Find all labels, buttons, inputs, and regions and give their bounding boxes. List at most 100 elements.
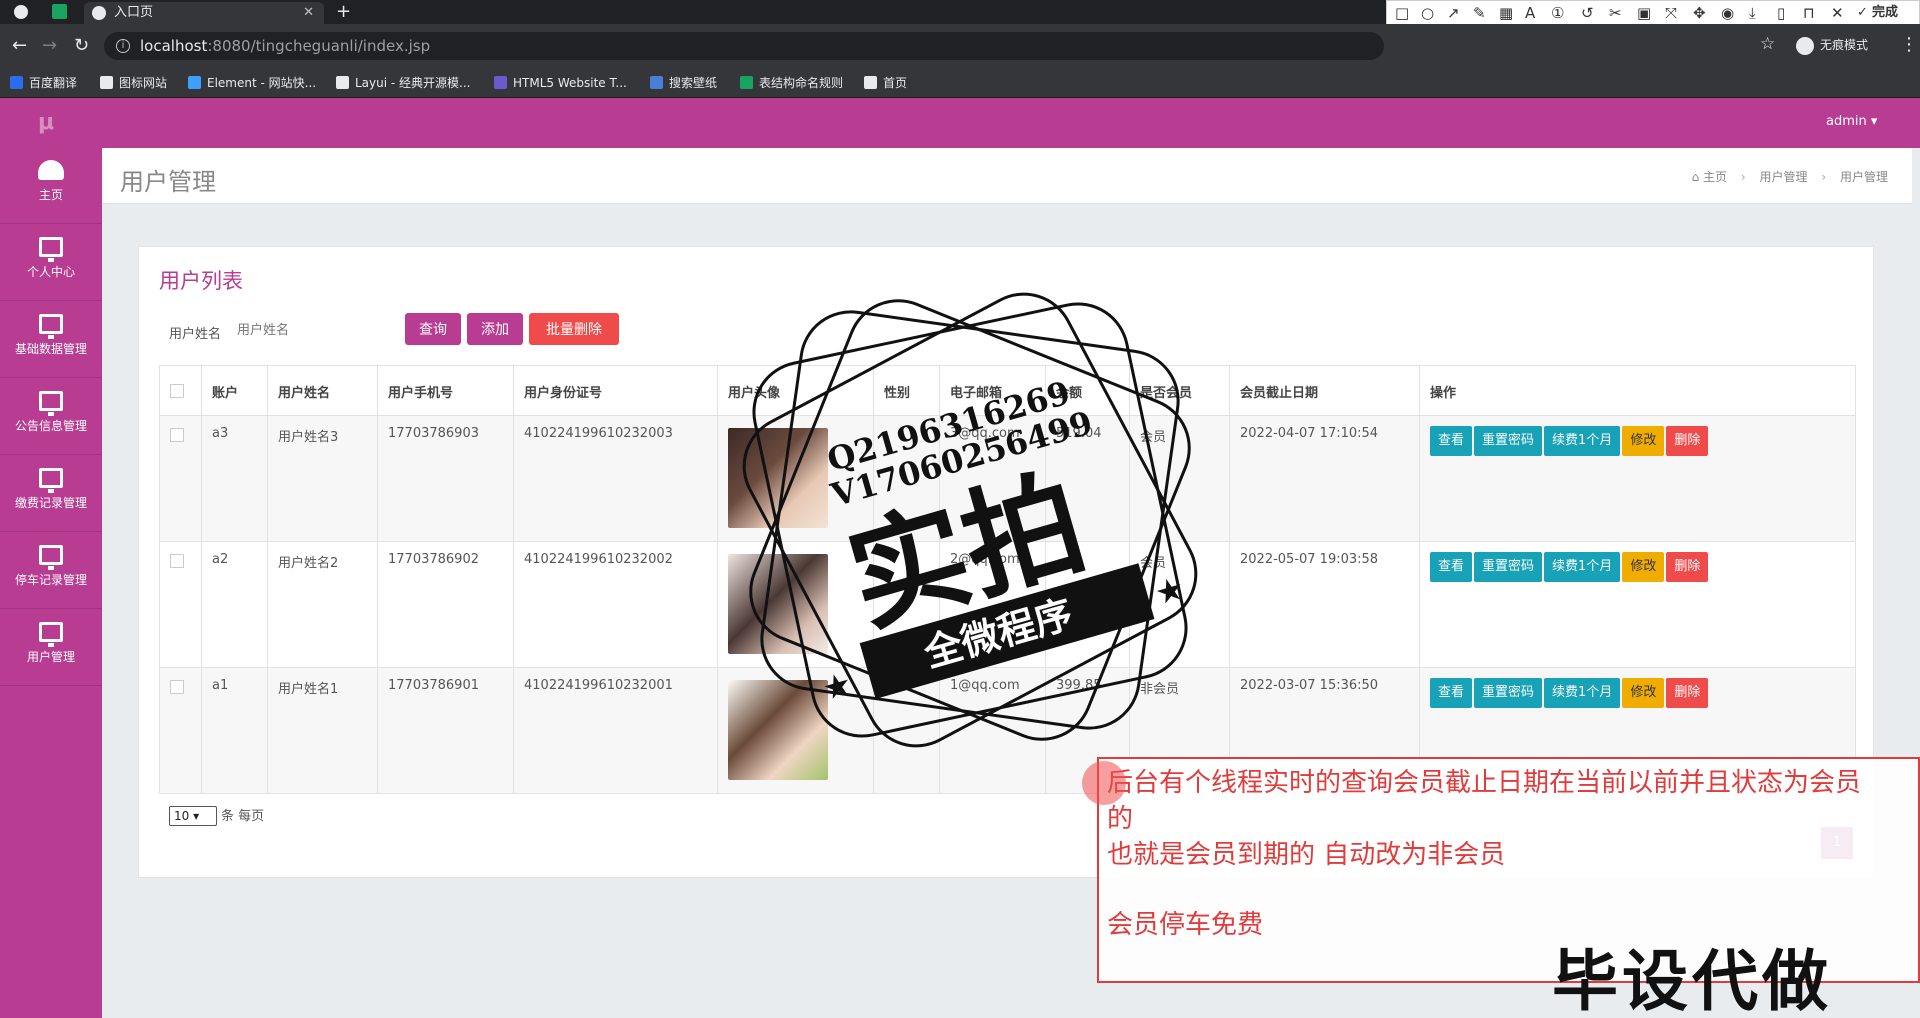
sidebar-item-2[interactable]: 基础数据管理 <box>0 302 102 378</box>
view-button[interactable]: 查看 <box>1430 552 1473 582</box>
browser-tab[interactable]: 入口页 ✕ <box>84 2 324 24</box>
delete-button[interactable]: 删除 <box>1666 552 1709 582</box>
cell-account: a2 <box>212 552 229 567</box>
renew-button[interactable]: 续费1个月 <box>1544 678 1621 708</box>
crop-tool-icon[interactable]: ✂ <box>1609 4 1622 22</box>
download-icon[interactable]: ⤓ <box>1749 4 1756 22</box>
delete-button[interactable]: 删除 <box>1666 426 1709 456</box>
logo-icon[interactable]: μ <box>38 110 54 135</box>
url-input[interactable]: i localhost:8080/tingcheguanli/index.jsp <box>104 32 1384 60</box>
back-icon[interactable]: ← <box>12 34 27 58</box>
bookmark-favicon-icon <box>336 76 349 89</box>
reset-password-button[interactable]: 重置密码 <box>1474 426 1543 456</box>
sidebar-item-6[interactable]: 用户管理 <box>0 610 102 686</box>
bookmark-item[interactable]: HTML5 Website T... <box>494 74 627 92</box>
close-tab-icon[interactable]: ✕ <box>303 2 314 24</box>
incognito-indicator[interactable]: 无痕模式 <box>1796 36 1868 55</box>
table-cell: 410224199610232001 <box>513 667 718 794</box>
search-input[interactable] <box>237 317 387 343</box>
renew-button[interactable]: 续费1个月 <box>1544 552 1621 582</box>
table-cell: 410224199610232002 <box>513 541 718 668</box>
undo-icon[interactable]: ↺ <box>1581 4 1594 22</box>
cell-phone: 17703786903 <box>388 426 479 441</box>
reset-password-button[interactable]: 重置密码 <box>1474 552 1543 582</box>
browser-address-bar: ← → ↻ i localhost:8080/tingcheguanli/ind… <box>0 24 1920 68</box>
bookmark-star-icon[interactable]: ☆ <box>1760 34 1775 54</box>
sidebar-item-label: 主页 <box>38 188 63 202</box>
sidebar-item-5[interactable]: 停车记录管理 <box>0 533 102 609</box>
bookmark-item[interactable]: 搜索壁纸 <box>650 74 717 92</box>
edit-button[interactable]: 修改 <box>1622 552 1665 582</box>
edit-button[interactable]: 修改 <box>1622 678 1665 708</box>
add-button[interactable]: 添加 <box>467 313 523 345</box>
sidebar-item-3[interactable]: 公告信息管理 <box>0 379 102 455</box>
bookmark-item[interactable]: 图标网站 <box>100 74 167 92</box>
bookmark-tool-icon[interactable]: ⊓ <box>1803 4 1815 22</box>
browser-app-icon[interactable] <box>14 5 28 19</box>
content-header: 用户管理 ⌂ 主页 › 用户管理 › 用户管理 <box>102 148 1912 204</box>
breadcrumb-home[interactable]: 主页 <box>1703 170 1727 184</box>
sidebar-item-label: 停车记录管理 <box>14 573 87 587</box>
arrow-tool-icon[interactable]: ↗ <box>1447 4 1460 22</box>
cancel-icon[interactable]: ✕ <box>1831 4 1844 22</box>
site-info-icon[interactable]: i <box>116 39 130 53</box>
sidebar-item-1[interactable]: 个人中心 <box>0 225 102 301</box>
translate-tool-icon[interactable]: ⤧ <box>1665 4 1677 22</box>
monitor-icon <box>39 237 63 262</box>
done-button[interactable]: ✓ 完成 <box>1857 4 1898 22</box>
delete-button[interactable]: 删除 <box>1666 678 1709 708</box>
page-size-select[interactable]: 10 ▾ <box>169 806 217 826</box>
forward-icon[interactable]: → <box>42 34 57 58</box>
sheets-app-icon[interactable] <box>52 4 67 19</box>
user-menu[interactable]: admin ▾ <box>1826 114 1877 129</box>
row-checkbox[interactable] <box>170 428 184 442</box>
view-button[interactable]: 查看 <box>1430 426 1473 456</box>
ellipse-tool-icon[interactable]: ○ <box>1421 4 1434 22</box>
ops-cell: 查看 重置密码 续费1个月 修改 删除 <box>1419 415 1856 542</box>
sidebar-item-4[interactable]: 缴费记录管理 <box>0 456 102 532</box>
cell-expire: 2022-05-07 19:03:58 <box>1240 552 1379 567</box>
bookmark-favicon-icon <box>100 76 113 89</box>
new-tab-icon[interactable]: + <box>336 0 351 24</box>
monitor-icon <box>39 468 63 493</box>
rectangle-tool-icon[interactable]: □ <box>1395 4 1409 22</box>
ocr-tool-icon[interactable]: ▣ <box>1637 4 1651 22</box>
bookmark-favicon-icon <box>10 76 23 89</box>
table-cell: a1 <box>201 667 268 794</box>
phone-icon[interactable]: ▯ <box>1777 4 1785 22</box>
cell-idcard: 410224199610232002 <box>524 552 673 567</box>
edit-button[interactable]: 修改 <box>1622 426 1665 456</box>
bookmark-item[interactable]: 表结构命名规则 <box>740 74 843 92</box>
table-cell: 2022-04-07 17:10:54 <box>1229 415 1420 542</box>
cell-name: 用户姓名1 <box>278 682 339 697</box>
bookmark-item[interactable]: Element - 网站快... <box>188 74 316 92</box>
renew-button[interactable]: 续费1个月 <box>1544 426 1621 456</box>
record-tool-icon[interactable]: ◉ <box>1721 4 1734 22</box>
bookmark-item[interactable]: Layui - 经典开源模... <box>336 74 470 92</box>
pen-tool-icon[interactable]: ✎ <box>1473 4 1486 22</box>
reload-icon[interactable]: ↻ <box>74 34 89 58</box>
batch-delete-button[interactable]: 批量删除 <box>529 313 619 345</box>
number-tool-icon[interactable]: ① <box>1551 4 1564 22</box>
row-checkbox[interactable] <box>170 554 184 568</box>
pin-tool-icon[interactable]: ✥ <box>1693 4 1706 22</box>
mosaic-tool-icon[interactable]: ▦ <box>1499 4 1513 22</box>
sidebar-item-0[interactable]: 主页 <box>0 148 102 224</box>
col-header: 用户身份证号 <box>513 365 718 416</box>
browser-menu-icon[interactable]: ⋮ <box>1900 34 1918 55</box>
bookmark-item[interactable]: 百度翻译 <box>10 74 77 92</box>
select-all-checkbox[interactable] <box>170 384 184 398</box>
table-cell: 17703786903 <box>377 415 514 542</box>
breadcrumb: ⌂ 主页 › 用户管理 › 用户管理 <box>1692 168 1888 185</box>
bookmark-item[interactable]: 首页 <box>864 74 907 92</box>
row-checkbox[interactable] <box>170 680 184 694</box>
url-path: :8080/tingcheguanli/index.jsp <box>207 37 431 55</box>
breadcrumb-sep-icon: › <box>1740 170 1746 184</box>
view-button[interactable]: 查看 <box>1430 678 1473 708</box>
query-button[interactable]: 查询 <box>405 313 461 345</box>
breadcrumb-section[interactable]: 用户管理 <box>1760 170 1808 184</box>
reset-password-button[interactable]: 重置密码 <box>1474 678 1543 708</box>
text-tool-icon[interactable]: A <box>1525 4 1535 22</box>
table-cell: 17703786901 <box>377 667 514 794</box>
table-cell: 2022-05-07 19:03:58 <box>1229 541 1420 668</box>
